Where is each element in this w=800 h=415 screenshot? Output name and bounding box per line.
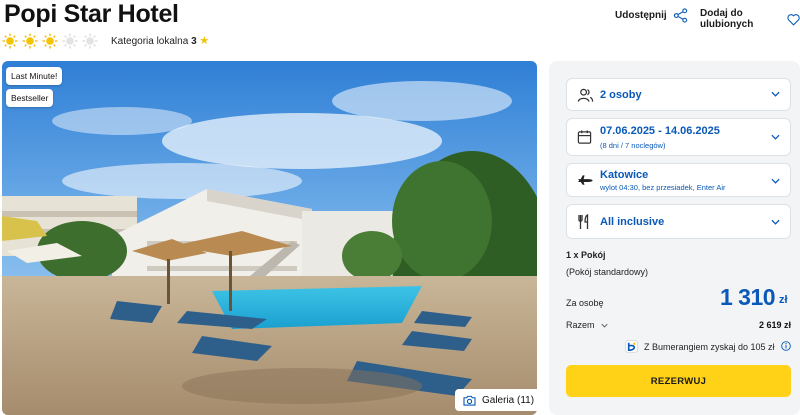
room-count: 1 x Pokój xyxy=(566,250,606,260)
people-selector[interactable]: 2 osoby xyxy=(566,78,791,111)
per-person-price: 1 310 xyxy=(720,284,776,310)
heart-icon xyxy=(787,13,800,26)
board-selector[interactable]: All inclusive xyxy=(566,204,791,239)
airplane-icon xyxy=(577,175,593,185)
dates-value: 07.06.2025 - 14.06.2025 xyxy=(600,125,720,137)
chevron-down-icon xyxy=(600,323,608,328)
star-icon: ★ xyxy=(199,35,210,47)
share-button[interactable]: Udostępnij xyxy=(615,8,688,23)
chevron-down-icon xyxy=(771,219,780,225)
sun-icon-empty xyxy=(62,33,78,49)
calendar-icon xyxy=(577,130,592,144)
reserve-button[interactable]: REZERWUJ xyxy=(566,365,791,397)
people-value: 2 osoby xyxy=(600,89,642,101)
camera-icon xyxy=(463,395,476,406)
per-person-label: Za osobę xyxy=(566,298,604,308)
chevron-down-icon xyxy=(771,178,780,184)
share-label: Udostępnij xyxy=(615,10,667,21)
bumerang-logo-icon xyxy=(625,340,638,353)
departure-city: Katowice xyxy=(600,169,649,181)
room-type: (Pokój standardowy) xyxy=(566,267,649,277)
info-icon[interactable] xyxy=(781,341,791,351)
cutlery-icon xyxy=(578,214,589,229)
total-price: 2 619 zł xyxy=(758,320,791,330)
add-to-favorites-button[interactable]: Dodaj do ulubionych xyxy=(700,8,800,30)
bestseller-badge: Bestseller xyxy=(6,89,54,107)
chevron-down-icon xyxy=(771,134,780,140)
sun-icon-empty xyxy=(82,33,98,49)
share-icon xyxy=(673,8,687,23)
dates-duration: (8 dni / 7 noclegów) xyxy=(600,141,666,150)
sun-icon xyxy=(2,33,18,49)
gallery-button[interactable]: Galeria (11) xyxy=(455,389,543,411)
hotel-photo-image xyxy=(2,61,537,415)
total-toggle[interactable]: Razem xyxy=(566,320,608,330)
bumerang-info: Z Bumerangiem zyskaj do 105 zł xyxy=(625,340,775,353)
total-label: Razem xyxy=(566,320,595,330)
departure-selector[interactable]: Katowice wylot 04:30, bez przesiadek, En… xyxy=(566,163,791,197)
last-minute-badge: Last Minute! xyxy=(6,67,63,85)
category-value: 3 xyxy=(191,36,197,47)
bumerang-text: Z Bumerangiem zyskaj do 105 zł xyxy=(644,341,775,352)
flight-info: wylot 04:30, bez przesiadek, Enter Air xyxy=(600,183,726,192)
hotel-photo[interactable] xyxy=(2,61,537,415)
favorites-label: Dodaj do ulubionych xyxy=(700,8,754,30)
sun-icon xyxy=(22,33,38,49)
people-icon xyxy=(577,88,594,102)
category-label: Kategoria lokalna xyxy=(111,36,189,47)
chevron-down-icon xyxy=(771,91,780,97)
local-category: Kategoria lokalna 3 ★ xyxy=(111,34,209,47)
currency-label: zł xyxy=(779,294,788,306)
board-value: All inclusive xyxy=(600,216,665,228)
star-rating xyxy=(2,33,98,49)
gallery-label: Galeria (11) xyxy=(482,394,535,406)
sun-icon xyxy=(42,33,58,49)
hotel-title: Popi Star Hotel xyxy=(4,0,179,28)
dates-selector[interactable]: 07.06.2025 - 14.06.2025 (8 dni / 7 nocle… xyxy=(566,118,791,156)
